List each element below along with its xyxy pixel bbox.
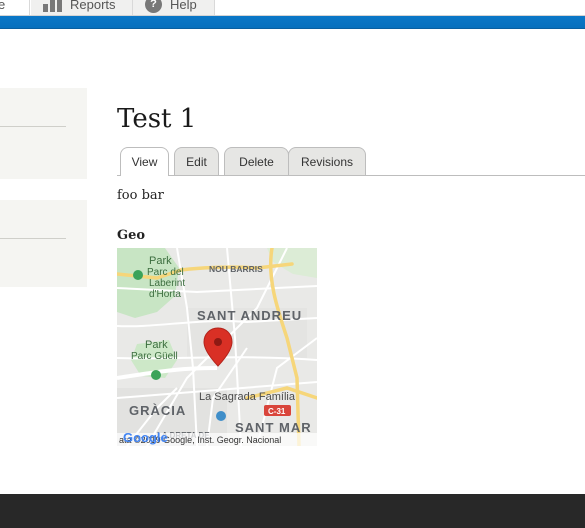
toolbar-item-label: Reports (70, 0, 116, 12)
toolbar-item-manage[interactable]: e (0, 0, 30, 15)
page-title: Test 1 (117, 104, 197, 134)
toolbar-item-help[interactable]: ? Help (133, 0, 215, 15)
map-image: Park Parc del Laberint d'Horta Park Parc… (117, 248, 317, 446)
route-shield: C-31 (268, 407, 286, 416)
tab-delete[interactable]: Delete (224, 147, 289, 175)
toolbar-item-label: Help (170, 0, 197, 12)
map-label: d'Horta (149, 289, 181, 300)
tab-view[interactable]: View (120, 147, 169, 176)
google-logo: Google (123, 430, 168, 445)
map-label: SANT ANDREU (197, 308, 302, 323)
local-tasks-tabs: View Edit Delete Revisions (117, 147, 585, 176)
sidebar-block (0, 88, 87, 179)
map-label: Parc Güell (131, 351, 178, 362)
map-label: Park (149, 255, 172, 267)
map-label: GRÀCIA (129, 403, 186, 418)
toolbar-item-reports[interactable]: Reports (31, 0, 133, 15)
toolbar-item-label: e (0, 0, 5, 12)
sidebar-block (0, 200, 87, 287)
tab-edit[interactable]: Edit (174, 147, 219, 175)
help-icon: ? (145, 0, 162, 13)
map-label: Park (145, 339, 168, 351)
sidebar-divider (0, 126, 66, 127)
map-label: La Sagrada Família (199, 391, 296, 403)
map-label: SANT MAR (235, 420, 312, 435)
reports-icon (43, 0, 62, 12)
page-footer (0, 494, 585, 528)
static-map[interactable]: Park Parc del Laberint d'Horta Park Parc… (117, 248, 317, 446)
map-label: Laberint (149, 278, 185, 289)
toolbar-tray-bar (0, 16, 585, 29)
sidebar-divider (0, 238, 66, 239)
tab-revisions[interactable]: Revisions (288, 147, 366, 175)
map-label: NOU BARRIS (209, 264, 263, 274)
map-label: Parc del (147, 267, 184, 278)
node-body: foo bar (117, 188, 164, 203)
geo-field-label: Geo (117, 228, 146, 243)
admin-toolbar: e Reports ? Help (0, 0, 585, 16)
